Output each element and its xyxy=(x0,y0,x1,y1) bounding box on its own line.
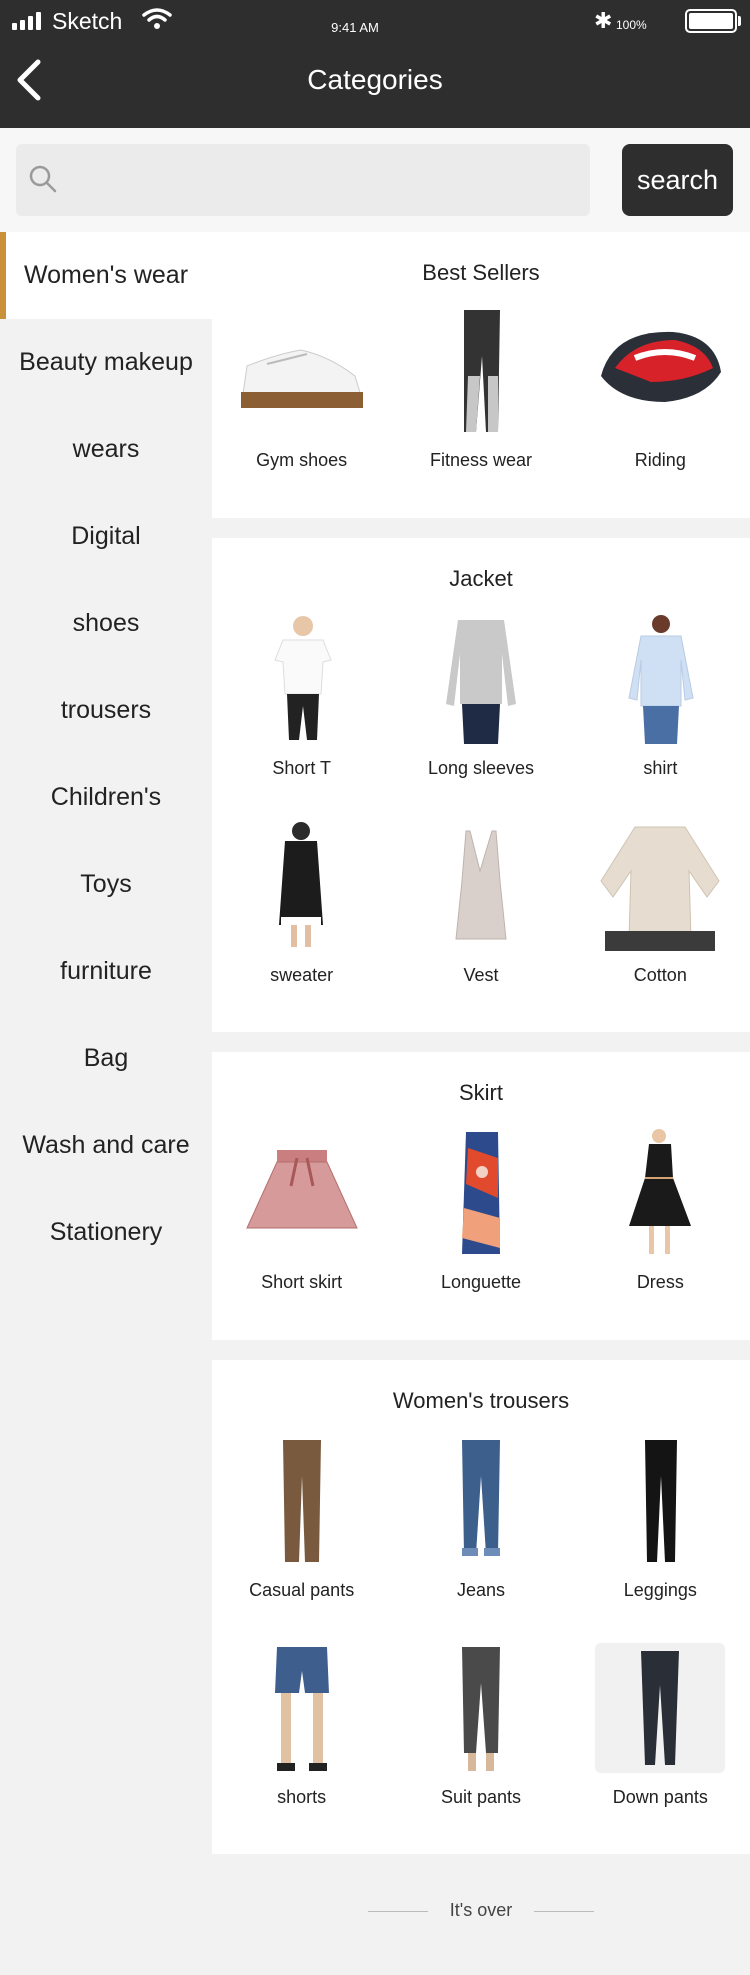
product-tile[interactable]: Fitness wear xyxy=(391,306,570,471)
section-womens-trousers: Women's trousers Casual pants Jeans Legg… xyxy=(212,1360,750,1854)
product-tile[interactable]: shirt xyxy=(571,614,750,779)
sweater-image xyxy=(278,822,323,947)
search-input[interactable] xyxy=(16,144,590,216)
product-tile[interactable]: Gym shoes xyxy=(212,306,391,471)
sidebar-item-beauty-makeup[interactable]: Beauty makeup xyxy=(0,319,212,406)
suit-pants-image xyxy=(461,1647,500,1771)
down-pants-image xyxy=(595,1643,726,1773)
end-of-list: It's over xyxy=(212,1900,750,1921)
product-label: shorts xyxy=(277,1787,327,1807)
dress-image xyxy=(629,1129,692,1254)
sidebar-item-wears[interactable]: wears xyxy=(0,406,212,493)
sidebar-item-childrens[interactable]: Children's xyxy=(0,754,212,841)
product-label: Cotton xyxy=(633,965,687,985)
section-title: Women's trousers xyxy=(392,1388,570,1413)
product-tile[interactable]: sweater xyxy=(212,821,391,986)
product-label: Fitness wear xyxy=(429,450,533,470)
bluetooth-icon: ✱ xyxy=(594,8,613,33)
search-icon xyxy=(29,165,57,193)
product-label: Dress xyxy=(636,1272,684,1292)
product-tile[interactable]: Vest xyxy=(391,821,570,986)
search-bar: search xyxy=(0,128,750,232)
product-label: Short T xyxy=(272,758,332,778)
sidebar-item-toys[interactable]: Toys xyxy=(0,841,212,928)
sidebar-item-trousers[interactable]: trousers xyxy=(0,667,212,754)
sidebar-item-womens-wear[interactable]: Women's wear xyxy=(0,232,212,319)
section-best-sellers: Best Sellers Gym shoes Fitness wear Ridi… xyxy=(212,232,750,518)
page-title: Categories xyxy=(307,64,443,95)
product-tile[interactable]: Casual pants xyxy=(212,1436,391,1601)
jeans-image xyxy=(461,1440,500,1556)
shirt-image xyxy=(628,615,694,744)
sidebar-item-shoes[interactable]: shoes xyxy=(0,580,212,667)
product-label: Long sleeves xyxy=(427,758,535,778)
section-title: Jacket xyxy=(449,566,513,591)
product-label: Gym shoes xyxy=(256,450,348,470)
section-jacket: Jacket Short T Long sleeves shirt sweate… xyxy=(212,538,750,1032)
product-tile[interactable]: shorts xyxy=(212,1643,391,1808)
sidebar-item-digital[interactable]: Digital xyxy=(0,493,212,580)
product-label: Jeans xyxy=(456,1580,506,1600)
sidebar-item-wash-and-care[interactable]: Wash and care xyxy=(0,1102,212,1189)
divider xyxy=(367,1910,428,1912)
product-tile[interactable]: Dress xyxy=(571,1128,750,1293)
product-tile[interactable]: Long sleeves xyxy=(391,614,570,779)
shorts-image xyxy=(274,1647,329,1771)
sidebar-item-stationery[interactable]: Stationery xyxy=(0,1189,212,1276)
section-skirt: Skirt Short skirt Longuette Dress xyxy=(212,1052,750,1340)
product-label: shirt xyxy=(643,758,678,778)
riding-helmet-image xyxy=(601,331,722,402)
product-label: Short skirt xyxy=(261,1272,343,1292)
section-title: Best Sellers xyxy=(422,260,540,285)
product-tile[interactable]: Suit pants xyxy=(391,1643,570,1808)
search-button[interactable]: search xyxy=(622,144,733,216)
category-sidebar: Women's wear Beauty makeup wears Digital… xyxy=(0,232,212,1276)
navigation-bar: Sketch 9:41 AM ✱ 100% Categories xyxy=(0,0,750,128)
fitness-wear-image xyxy=(463,310,500,432)
product-label: Riding xyxy=(634,450,686,470)
cotton-top-image xyxy=(600,826,720,951)
product-label: sweater xyxy=(270,965,334,985)
product-tile[interactable]: Down pants xyxy=(571,1643,750,1808)
end-text: It's over xyxy=(449,1900,513,1920)
battery-icon xyxy=(685,9,737,33)
short-t-image xyxy=(273,616,332,740)
product-tile[interactable]: Riding xyxy=(571,306,750,471)
product-label: Down pants xyxy=(612,1787,708,1807)
gym-shoes-image xyxy=(240,349,363,408)
product-tile[interactable]: Short T xyxy=(212,614,391,779)
section-title: Skirt xyxy=(459,1080,503,1105)
battery-tip xyxy=(738,16,741,26)
product-label: Suit pants xyxy=(440,1787,522,1807)
long-sleeves-image xyxy=(445,620,516,744)
longuette-image xyxy=(461,1132,500,1254)
product-label: Longuette xyxy=(440,1272,522,1292)
product-tile[interactable]: Short skirt xyxy=(212,1128,391,1293)
leggings-image xyxy=(645,1440,678,1562)
vest-image xyxy=(455,830,507,940)
status-bar: Sketch 9:41 AM ✱ 100% xyxy=(0,0,750,44)
short-skirt-image xyxy=(245,1150,358,1229)
product-tile[interactable]: Cotton xyxy=(571,821,750,986)
sidebar-item-furniture[interactable]: furniture xyxy=(0,928,212,1015)
product-tile[interactable]: Leggings xyxy=(571,1436,750,1601)
sidebar-item-bag[interactable]: Bag xyxy=(0,1015,212,1102)
divider xyxy=(534,1910,595,1912)
product-tile[interactable]: Longuette xyxy=(391,1128,570,1293)
product-label: Casual pants xyxy=(249,1580,355,1600)
battery-percent: 100% xyxy=(616,18,647,32)
product-tile[interactable]: Jeans xyxy=(391,1436,570,1601)
casual-pants-image xyxy=(282,1440,321,1562)
product-label: Vest xyxy=(463,965,499,985)
product-label: Leggings xyxy=(623,1580,697,1600)
